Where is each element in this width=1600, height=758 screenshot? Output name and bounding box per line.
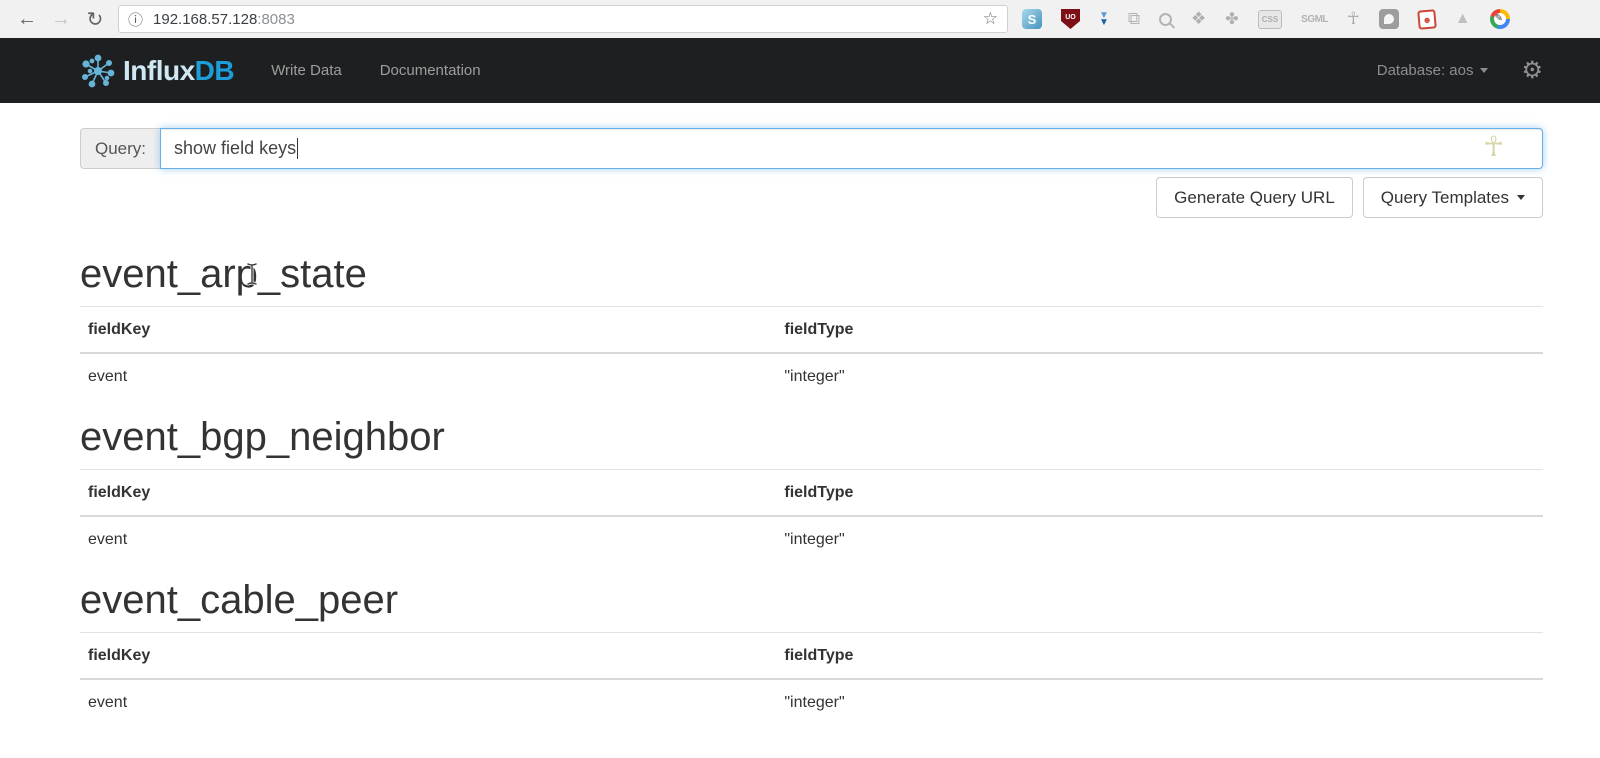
skype-extension-icon[interactable]: S (1022, 9, 1042, 29)
measurement-section: event_bgp_neighbor fieldKey fieldType ev… (80, 415, 1543, 562)
drive-extension-icon[interactable]: ▲ (1455, 10, 1471, 28)
splash-extension-icon[interactable]: ✤ (1225, 9, 1238, 29)
query-actions: Generate Query URL Query Templates (80, 177, 1543, 218)
fieldtype-cell: "integer" (776, 353, 1543, 399)
measurement-title: event_bgp_neighbor (80, 415, 1543, 459)
measurement-section: event_cable_peer fieldKey fieldType even… (80, 578, 1543, 725)
browser-reload-button[interactable]: ↻ (78, 7, 112, 32)
table-row: event "integer" (80, 353, 1543, 399)
query-label: Query: (80, 128, 160, 169)
column-header-fieldtype: fieldType (776, 307, 1543, 354)
blob-extension-icon[interactable] (1379, 9, 1399, 29)
download-arrow-extension-icon[interactable]: ▼▼ (1099, 12, 1109, 26)
field-keys-table: fieldKey fieldType event "integer" (80, 469, 1543, 562)
field-keys-table: fieldKey fieldType event "integer" (80, 306, 1543, 399)
google-colored-extension-icon[interactable]: ✎ (1490, 9, 1510, 29)
ublock-extension-icon[interactable]: UO (1061, 9, 1080, 29)
measurement-section: event_arp_state fieldKey fieldType event… (80, 252, 1543, 399)
fieldtype-cell: "integer" (776, 679, 1543, 725)
chevron-down-icon (1517, 195, 1525, 200)
browser-back-button[interactable]: ← (10, 8, 44, 31)
fieldkey-cell: event (80, 679, 776, 725)
query-templates-button[interactable]: Query Templates (1363, 177, 1543, 218)
column-header-fieldkey: fieldKey (80, 470, 776, 517)
ankh-overlay-icon: ☥ (1483, 130, 1504, 163)
query-input-value: show field keys (174, 138, 296, 159)
measurement-title: event_cable_peer (80, 578, 1543, 622)
text-caret (297, 138, 298, 159)
measurement-title: event_arp_state (80, 252, 1543, 296)
copy-docs-extension-icon[interactable]: ⧉ (1128, 9, 1140, 29)
pencil-icon: ✎ (1495, 13, 1503, 24)
influxdb-network-icon (80, 53, 116, 89)
dropbox-extension-icon[interactable]: ❖ (1191, 9, 1206, 29)
main-content: Query: show field keys ☥ Generate Query … (80, 128, 1543, 725)
table-row: event "integer" (80, 679, 1543, 725)
chevron-down-icon (1480, 68, 1488, 73)
brand-influx-text: Influx (123, 55, 195, 87)
influxdb-navbar: InfluxDB Write Data Documentation Databa… (0, 38, 1600, 103)
address-bar[interactable]: ⓘ 192.168.57.128:8083 ☆ (118, 5, 1008, 33)
url-port: :8083 (257, 11, 295, 28)
column-header-fieldkey: fieldKey (80, 633, 776, 680)
fieldtype-cell: "integer" (776, 516, 1543, 562)
column-header-fieldkey: fieldKey (80, 307, 776, 354)
fieldkey-cell: event (80, 516, 776, 562)
database-dropdown[interactable]: Database: aos (1377, 62, 1474, 79)
nav-link-write-data[interactable]: Write Data (271, 62, 342, 79)
column-header-fieldtype: fieldType (776, 633, 1543, 680)
page-info-icon[interactable]: ⓘ (128, 9, 143, 30)
red-sticker-extension-icon[interactable]: ☻ (1417, 9, 1437, 29)
query-results: event_arp_state fieldKey fieldType event… (80, 252, 1543, 725)
browser-chrome: ← → ↻ ⓘ 192.168.57.128:8083 ☆ S UO ▼▼ ⧉ … (0, 0, 1600, 38)
field-keys-table: fieldKey fieldType event "integer" (80, 632, 1543, 725)
query-bar: Query: show field keys ☥ (80, 128, 1543, 169)
extension-toolbar: S UO ▼▼ ⧉ ❖ ✤ CSS SGML ☥ ☻ ▲ ✎ (1022, 9, 1510, 29)
url-text: 192.168.57.128:8083 (153, 11, 295, 28)
brand-db-text: DB (195, 55, 234, 87)
ankh-extension-icon[interactable]: ☥ (1347, 9, 1360, 29)
table-row: event "integer" (80, 516, 1543, 562)
gear-icon[interactable]: ⚙ (1521, 59, 1543, 83)
bookmark-star-icon[interactable]: ☆ (983, 9, 998, 29)
query-input[interactable]: show field keys ☥ (160, 128, 1543, 169)
nav-link-documentation[interactable]: Documentation (380, 62, 481, 79)
seo-magnifier-extension-icon[interactable] (1159, 13, 1172, 26)
influxdb-logo[interactable]: InfluxDB (80, 53, 234, 89)
fieldkey-cell: event (80, 353, 776, 399)
css-badge-extension-icon[interactable]: CSS (1258, 10, 1282, 29)
column-header-fieldtype: fieldType (776, 470, 1543, 517)
generate-query-url-button[interactable]: Generate Query URL (1156, 177, 1353, 218)
browser-forward-button[interactable]: → (44, 8, 78, 31)
sgml-extension-icon[interactable]: SGML (1301, 14, 1328, 25)
mouse-ibeam-cursor (246, 262, 258, 286)
